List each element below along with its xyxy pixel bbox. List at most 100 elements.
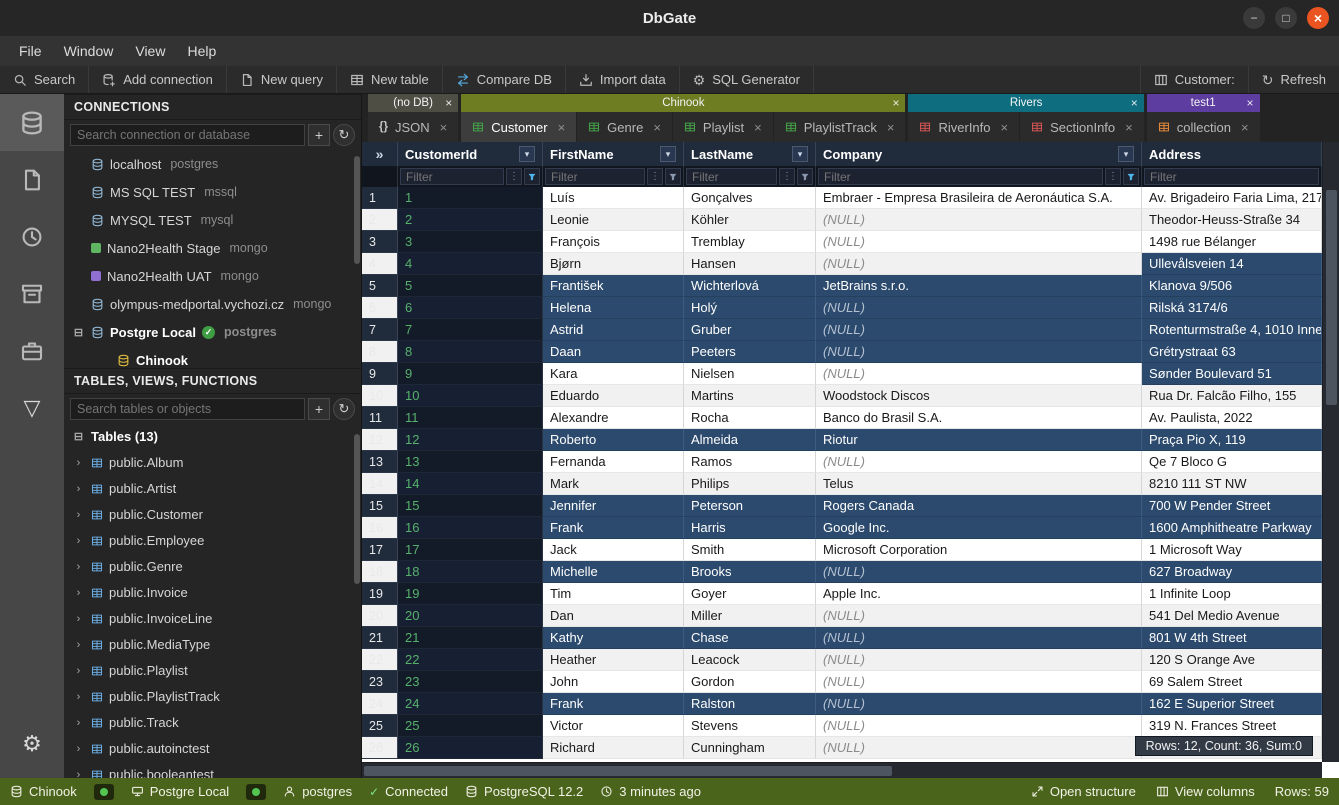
- grid-cell-pk[interactable]: 7: [398, 319, 543, 341]
- grid-cell-pk[interactable]: 21: [398, 627, 543, 649]
- table-item-public-employee[interactable]: ›public.Employee: [64, 528, 361, 554]
- horizontal-scroll-thumb[interactable]: [364, 766, 892, 776]
- table-item-public-autoinctest[interactable]: ›public.autoinctest: [64, 736, 361, 762]
- statusbar-connection[interactable]: Postgre Local: [131, 784, 230, 799]
- grid-cell-pk[interactable]: 20: [398, 605, 543, 627]
- expand-chevron-icon[interactable]: ›: [72, 509, 85, 521]
- filter-input-customerid[interactable]: [400, 168, 504, 185]
- grid-cell[interactable]: 120 S Orange Ave: [1142, 649, 1322, 671]
- row-number[interactable]: 20: [362, 605, 398, 627]
- row-number[interactable]: 17: [362, 539, 398, 561]
- grid-cell-pk[interactable]: 4: [398, 253, 543, 275]
- table-item-public-playlisttrack[interactable]: ›public.PlaylistTrack: [64, 684, 361, 710]
- grid-cell[interactable]: 700 W Pender Street: [1142, 495, 1322, 517]
- grid-cell[interactable]: Chase: [684, 627, 816, 649]
- grid-cell[interactable]: 1600 Amphitheatre Parkway: [1142, 517, 1322, 539]
- grid-cell[interactable]: Daan: [543, 341, 684, 363]
- table-row[interactable]: 2222HeatherLeacock(NULL)120 S Orange Ave: [362, 649, 1322, 671]
- grid-cell[interactable]: (NULL): [816, 737, 1142, 759]
- grid-cell[interactable]: Microsoft Corporation: [816, 539, 1142, 561]
- grid-cell[interactable]: Jack: [543, 539, 684, 561]
- add-connection-small-button[interactable]: +: [308, 124, 330, 146]
- menu-help[interactable]: Help: [176, 39, 227, 63]
- tab-group-header[interactable]: Chinook×: [461, 94, 905, 112]
- grid-cell[interactable]: Banco do Brasil S.A.: [816, 407, 1142, 429]
- new-query-button[interactable]: New query: [227, 66, 337, 93]
- grid-cell[interactable]: Fernanda: [543, 451, 684, 473]
- close-icon[interactable]: ×: [1241, 120, 1249, 135]
- grid-cell[interactable]: (NULL): [816, 671, 1142, 693]
- grid-cell[interactable]: (NULL): [816, 693, 1142, 715]
- sidebar-item-history[interactable]: [0, 208, 64, 265]
- import-data-button[interactable]: Import data: [566, 66, 680, 93]
- grid-cell[interactable]: (NULL): [816, 363, 1142, 385]
- grid-cell-pk[interactable]: 17: [398, 539, 543, 561]
- horizontal-scrollbar[interactable]: [362, 762, 1322, 778]
- grid-cell[interactable]: 627 Broadway: [1142, 561, 1322, 583]
- expand-chevron-icon[interactable]: ›: [72, 587, 85, 599]
- grid-cell[interactable]: 541 Del Medio Avenue: [1142, 605, 1322, 627]
- table-row[interactable]: 2525VictorStevens(NULL)319 N. Frances St…: [362, 715, 1322, 737]
- column-header-lastname[interactable]: LastName▾: [684, 142, 816, 166]
- grid-cell-pk[interactable]: 5: [398, 275, 543, 297]
- grid-cell-pk[interactable]: 9: [398, 363, 543, 385]
- grid-cell[interactable]: Riotur: [816, 429, 1142, 451]
- grid-cell[interactable]: Gonçalves: [684, 187, 816, 209]
- row-number[interactable]: 9: [362, 363, 398, 385]
- close-icon[interactable]: ×: [1131, 96, 1138, 110]
- grid-cell[interactable]: Gordon: [684, 671, 816, 693]
- grid-cell[interactable]: JetBrains s.r.o.: [816, 275, 1142, 297]
- grid-cell[interactable]: Telus: [816, 473, 1142, 495]
- close-icon[interactable]: ×: [887, 120, 895, 135]
- sidebar-item-archive[interactable]: [0, 265, 64, 322]
- sidebar-item-plugins[interactable]: [0, 322, 64, 379]
- grid-cell[interactable]: Eduardo: [543, 385, 684, 407]
- row-number[interactable]: 15: [362, 495, 398, 517]
- grid-cell-pk[interactable]: 25: [398, 715, 543, 737]
- grid-cell[interactable]: Kathy: [543, 627, 684, 649]
- grid-cell[interactable]: Apple Inc.: [816, 583, 1142, 605]
- filter-input-lastname[interactable]: [686, 168, 777, 185]
- filter-funnel-icon[interactable]: [797, 168, 813, 185]
- grid-cell[interactable]: (NULL): [816, 561, 1142, 583]
- expand-chevron-icon[interactable]: ›: [72, 561, 85, 573]
- close-icon[interactable]: ×: [1001, 120, 1009, 135]
- row-number[interactable]: 22: [362, 649, 398, 671]
- table-row[interactable]: 1919TimGoyerApple Inc.1 Infinite Loop: [362, 583, 1322, 605]
- grid-cell[interactable]: (NULL): [816, 605, 1142, 627]
- grid-corner-button[interactable]: »: [362, 142, 398, 166]
- connection-item-localhost[interactable]: localhostpostgres: [64, 150, 361, 178]
- table-row[interactable]: 55FrantišekWichterlováJetBrains s.r.o.Kl…: [362, 275, 1322, 297]
- expand-chevron-icon[interactable]: ›: [72, 613, 85, 625]
- grid-cell[interactable]: Rocha: [684, 407, 816, 429]
- filter-funnel-icon[interactable]: [524, 168, 540, 185]
- table-item-public-invoiceline[interactable]: ›public.InvoiceLine: [64, 606, 361, 632]
- connection-item-ms-sql-test[interactable]: MS SQL TESTmssql: [64, 178, 361, 206]
- tab-riverinfo[interactable]: RiverInfo×: [908, 112, 1019, 142]
- close-icon[interactable]: ×: [754, 120, 762, 135]
- grid-cell[interactable]: Jennifer: [543, 495, 684, 517]
- grid-cell[interactable]: Praça Pio X, 119: [1142, 429, 1322, 451]
- table-row[interactable]: 44BjørnHansen(NULL)Ullevålsveien 14: [362, 253, 1322, 275]
- minimize-button[interactable]: −: [1243, 7, 1265, 29]
- sidebar-item-files[interactable]: [0, 151, 64, 208]
- menu-window[interactable]: Window: [53, 39, 125, 63]
- row-number[interactable]: 6: [362, 297, 398, 319]
- statusbar-database[interactable]: Chinook: [10, 784, 77, 799]
- grid-cell[interactable]: (NULL): [816, 451, 1142, 473]
- grid-cell-pk[interactable]: 22: [398, 649, 543, 671]
- row-number[interactable]: 23: [362, 671, 398, 693]
- table-item-public-mediatype[interactable]: ›public.MediaType: [64, 632, 361, 658]
- grid-cell[interactable]: Almeida: [684, 429, 816, 451]
- grid-cell[interactable]: Qe 7 Bloco G: [1142, 451, 1322, 473]
- expand-chevron-icon[interactable]: ›: [72, 691, 85, 703]
- table-row[interactable]: 11LuísGonçalvesEmbraer - Empresa Brasile…: [362, 187, 1322, 209]
- row-number[interactable]: 13: [362, 451, 398, 473]
- grid-cell[interactable]: Av. Paulista, 2022: [1142, 407, 1322, 429]
- grid-cell[interactable]: Leonie: [543, 209, 684, 231]
- row-number[interactable]: 26: [362, 737, 398, 759]
- tab-json[interactable]: {}JSON×: [368, 112, 458, 142]
- row-number[interactable]: 14: [362, 473, 398, 495]
- grid-cell-pk[interactable]: 18: [398, 561, 543, 583]
- tab-collection[interactable]: collection×: [1147, 112, 1260, 142]
